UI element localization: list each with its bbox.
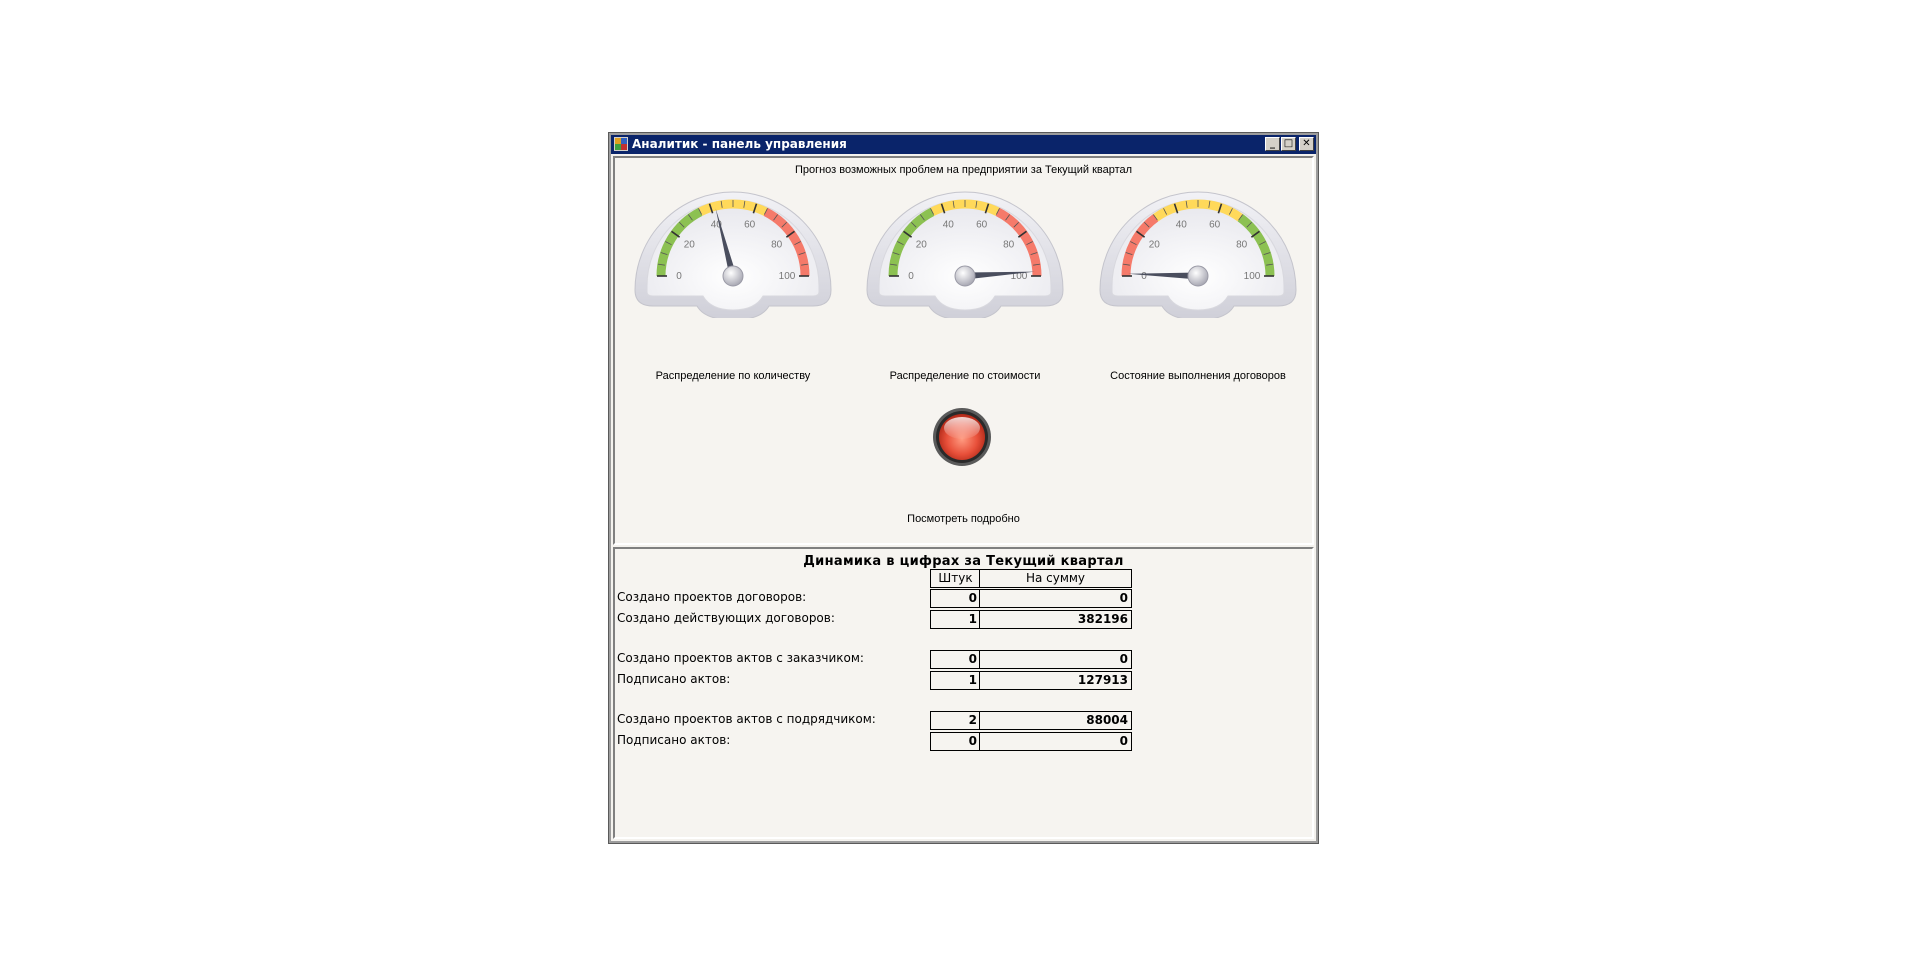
close-button[interactable]: ✕ (1299, 137, 1314, 151)
gauge-tick-label: 60 (744, 220, 756, 231)
row-label: Подписано актов: (617, 672, 731, 686)
row-label: Создано проектов договоров: (617, 590, 807, 604)
status-light[interactable] (931, 406, 993, 468)
gauge-tick-label: 40 (943, 220, 955, 231)
gauge-tick-label: 20 (1149, 239, 1161, 250)
row-sum: 0 (979, 650, 1132, 669)
forecast-panel: Прогноз возможных проблем на предприятии… (613, 156, 1314, 545)
row-label: Подписано актов: (617, 733, 731, 747)
gauge-tick-label: 100 (1244, 271, 1261, 282)
gauge-hub (954, 265, 976, 287)
gauge-tick-label: 20 (684, 239, 696, 250)
row-label: Создано проектов актов с подрядчиком: (617, 712, 876, 726)
gauge-quantity: 0 20 40 60 80 100 (624, 188, 842, 318)
row-count: 1 (930, 671, 981, 690)
app-icon (614, 137, 628, 151)
window-title: Аналитик - панель управления (632, 137, 847, 151)
gauge-contract-status: 0 20 40 60 80 100 (1089, 188, 1307, 318)
gauge-tick-label: 0 (908, 271, 914, 282)
row-count: 1 (930, 610, 981, 629)
title-bar[interactable]: Аналитик - панель управления _ □ ✕ (611, 135, 1316, 154)
gauge-tick-label: 80 (1236, 239, 1248, 250)
gauge-label-cost: Распределение по стоимости (889, 370, 1041, 382)
row-label: Создано действующих договоров: (617, 611, 835, 625)
header-count: Штук (930, 569, 981, 588)
header-sum: На сумму (979, 569, 1132, 588)
row-count: 0 (930, 650, 981, 669)
row-label: Создано проектов актов с заказчиком: (617, 651, 864, 665)
gauge-hub (722, 265, 744, 287)
gauge-dial: 02040 6080100 (866, 191, 1064, 318)
gauge-tick-label: 20 (916, 239, 928, 250)
gauge-dial: 02040 6080100 (634, 191, 832, 318)
main-window: Аналитик - панель управления _ □ ✕ Прогн… (608, 132, 1319, 844)
gauge-dial: 0 20 40 60 80 100 (1099, 191, 1297, 318)
row-count: 2 (930, 711, 981, 730)
row-count: 0 (930, 732, 981, 751)
maximize-button[interactable]: □ (1281, 137, 1296, 151)
minimize-button[interactable]: _ (1265, 137, 1280, 151)
gauge-cost: 0 20 40 60 80 100 (856, 188, 1074, 318)
row-count: 0 (930, 589, 981, 608)
gauge-tick-label: 80 (1003, 239, 1015, 250)
gauge-hub (1187, 265, 1209, 287)
row-sum: 0 (979, 589, 1132, 608)
forecast-title: Прогноз возможных проблем на предприятии… (794, 164, 1133, 176)
row-sum: 0 (979, 732, 1132, 751)
dynamics-panel: Динамика в цифрах за Текущий квартал Шту… (613, 547, 1314, 839)
gauge-tick-label: 0 (676, 271, 682, 282)
row-sum: 127913 (979, 671, 1132, 690)
gauge-tick-label: 60 (1209, 220, 1221, 231)
gauge-tick-label: 100 (779, 271, 796, 282)
gauge-tick-label: 0 (1141, 271, 1147, 282)
gauge-tick-label: 40 (1176, 220, 1188, 231)
gauge-label-quantity: Распределение по количеству (655, 370, 811, 382)
gauge-tick-label: 60 (976, 220, 988, 231)
row-sum: 88004 (979, 711, 1132, 730)
details-link[interactable]: Посмотреть подробно (615, 513, 1312, 525)
dynamics-title: Динамика в цифрах за Текущий квартал (803, 554, 1124, 569)
gauge-tick-label: 80 (771, 239, 783, 250)
gauge-label-contract-status: Состояние выполнения договоров (1110, 370, 1286, 382)
row-sum: 382196 (979, 610, 1132, 629)
